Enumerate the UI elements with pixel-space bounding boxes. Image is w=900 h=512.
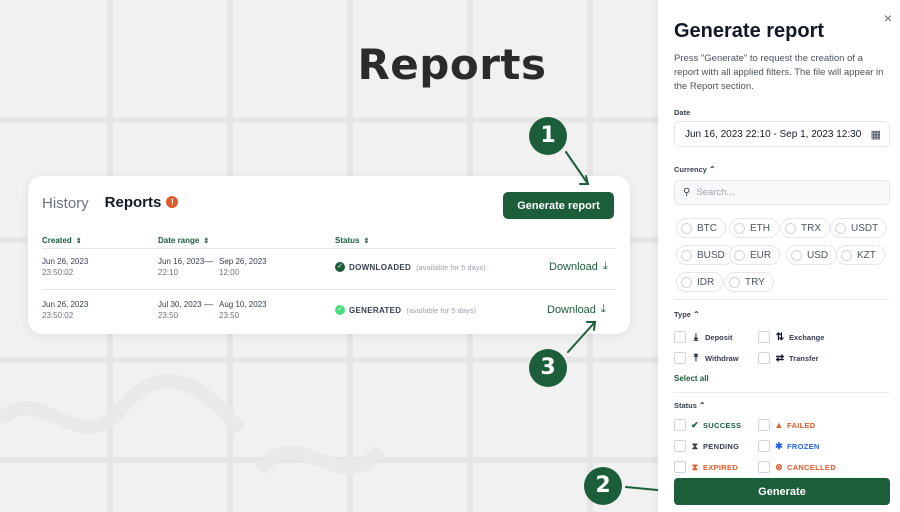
to-cell: Aug 10, 2023 23:50 — [219, 300, 267, 320]
sort-icon: ⇕ — [203, 238, 210, 245]
currency-chip-idr[interactable]: IDR — [676, 272, 724, 292]
download-link[interactable]: Download ⤓ — [549, 260, 608, 273]
status-checkbox-cancelled[interactable]: ⊗ CANCELLED — [758, 461, 836, 473]
warning-icon: ▲ — [774, 420, 784, 430]
callout-marker-2: 2 — [584, 467, 622, 505]
currency-chip-btc[interactable]: BTC — [676, 218, 726, 238]
date-range-input[interactable]: Jun 16, 2023 22:10 - Sep 1, 2023 12:30 ▦ — [674, 121, 890, 147]
select-all-link[interactable]: Select all — [674, 374, 709, 383]
check-circle-icon: ✔ — [691, 419, 699, 430]
column-created[interactable]: Created ⇕ — [42, 236, 82, 245]
status-badge: ✓ DOWNLOADED (available for 5 days) — [335, 262, 486, 272]
tab-reports-label: Reports — [104, 194, 162, 211]
swap-vertical-icon: ⇅ — [775, 331, 785, 343]
currency-chip-eur[interactable]: EUR — [729, 245, 781, 265]
section-divider — [674, 299, 890, 300]
report-tabs: History Reports! — [42, 194, 179, 212]
type-checkbox-transfer[interactable]: ⇄ Transfer — [758, 352, 819, 364]
close-icon[interactable]: × — [884, 10, 892, 26]
column-status[interactable]: Status ⇕ — [335, 236, 369, 245]
download-icon: ⤓ — [600, 303, 606, 315]
search-icon: ⚲ — [683, 187, 691, 198]
download-link[interactable]: Download ⤓ — [547, 303, 606, 316]
chevron-up-icon: ⌃ — [698, 401, 706, 410]
range-dash: — — [204, 299, 213, 309]
alert-badge-icon: ! — [166, 196, 179, 208]
currency-chip-usdt[interactable]: USDT — [830, 218, 888, 238]
currency-chip-kzt[interactable]: KZT — [836, 245, 885, 265]
tab-history[interactable]: History — [42, 195, 89, 212]
chevron-up-icon: ⌃ — [692, 310, 700, 319]
date-label: Date — [674, 108, 691, 117]
type-checkbox-exchange[interactable]: ⇅ Exchange — [758, 331, 824, 343]
currency-chip-busd[interactable]: BUSD — [676, 245, 734, 265]
sort-icon: ⇕ — [363, 238, 370, 245]
currency-chip-trx[interactable]: TRX — [780, 218, 830, 238]
x-circle-icon: ⊗ — [775, 461, 783, 472]
sort-icon: ⇕ — [75, 238, 82, 245]
created-cell: Jun 26, 2023 23:50:02 — [42, 300, 89, 320]
currency-search-field[interactable]: ⚲ — [674, 180, 890, 205]
check-icon: ✓ — [335, 305, 345, 315]
panel-title: Generate report — [674, 20, 825, 42]
calendar-icon: ▦ — [870, 129, 881, 141]
section-divider — [674, 392, 890, 393]
status-checkbox-pending[interactable]: ⧗ PENDING — [674, 440, 739, 452]
status-checkbox-success[interactable]: ✔ SUCCESS — [674, 419, 741, 431]
row-divider — [42, 248, 616, 249]
from-cell: Jun 16, 2023 22:10 — [158, 257, 205, 277]
created-cell: Jun 26, 2023 23:50:02 — [42, 257, 89, 277]
type-section-toggle[interactable]: Type ⌃ — [674, 310, 700, 319]
currency-chip-eth[interactable]: ETH — [729, 218, 779, 238]
tab-reports[interactable]: Reports! — [105, 194, 179, 212]
to-cell: Sep 26, 2023 12:00 — [219, 257, 267, 277]
arrow-up-from-line-icon: ⤒ — [693, 352, 699, 364]
transfer-icon: ⇄ — [775, 352, 785, 364]
panel-description: Press "Generate" to request the creation… — [674, 53, 884, 92]
check-circle-icon: ✓ — [335, 262, 345, 272]
row-divider — [42, 289, 616, 290]
reports-card: History Reports! Generate report Created… — [28, 176, 630, 334]
callout-marker-1: 1 — [529, 117, 567, 155]
generate-report-button[interactable]: Generate report — [503, 192, 614, 219]
generate-button[interactable]: Generate — [674, 478, 890, 505]
callout-marker-3: 3 — [529, 349, 567, 387]
chevron-up-icon: ⌃ — [708, 165, 716, 174]
download-icon: ⤓ — [602, 260, 608, 272]
currency-section-toggle[interactable]: Currency ⌃ — [674, 165, 716, 174]
status-checkbox-expired[interactable]: ⧗ EXPIRED — [674, 461, 738, 473]
currency-search-input[interactable] — [696, 187, 877, 198]
currency-chip-usd[interactable]: USD — [786, 245, 838, 265]
status-section-toggle[interactable]: Status ⌃ — [674, 401, 706, 410]
range-dash: — — [204, 256, 213, 266]
generate-report-panel: × Generate report Press "Generate" to re… — [658, 0, 900, 512]
status-checkbox-frozen[interactable]: ✱ FROZEN — [758, 440, 820, 452]
currency-chip-try[interactable]: TRY — [724, 272, 774, 292]
from-cell: Jul 30, 2023 23:50 — [158, 300, 202, 320]
arrow-down-to-line-icon: ⤓ — [693, 331, 699, 343]
snowflake-icon: ✱ — [775, 440, 783, 451]
column-date-range[interactable]: Date range ⇕ — [158, 236, 209, 245]
hourglass-red-icon: ⧗ — [691, 461, 699, 472]
type-checkbox-withdraw[interactable]: ⤒ Withdraw — [674, 352, 739, 364]
type-checkbox-deposit[interactable]: ⤓ Deposit — [674, 331, 733, 343]
hourglass-icon: ⧗ — [691, 440, 699, 451]
status-badge: ✓ GENERATED (available for 5 days) — [335, 305, 476, 315]
status-checkbox-failed[interactable]: ▲ FAILED — [758, 419, 815, 431]
